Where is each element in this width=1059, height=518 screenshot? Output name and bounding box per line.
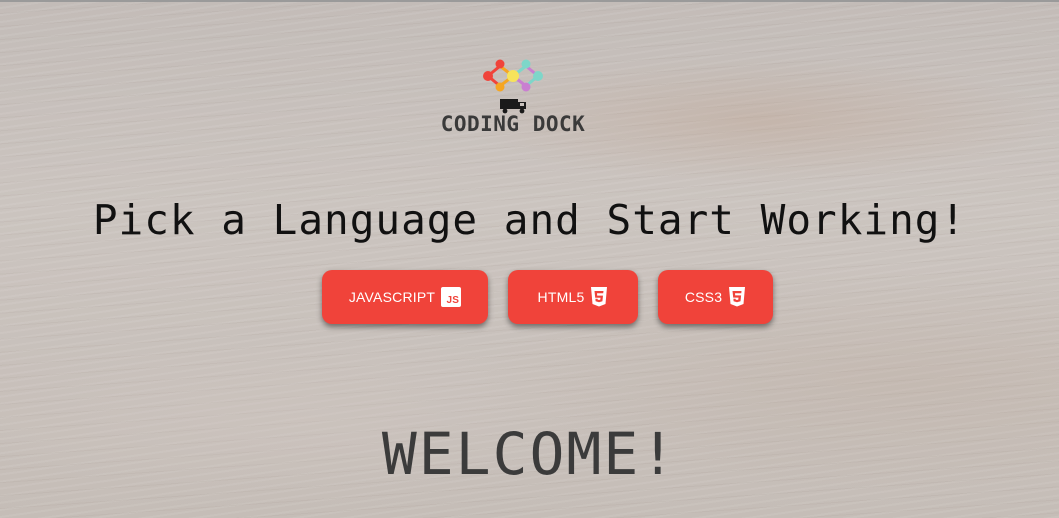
top-border: [0, 0, 1059, 2]
html5-icon: [590, 287, 608, 307]
coding-dock-logo[interactable]: CODING DOCK: [420, 52, 610, 142]
js-icon: JS: [441, 287, 462, 307]
molecule-network-with-truck-icon: [483, 59, 543, 114]
html5-button[interactable]: HTML5: [508, 270, 638, 324]
js-icon-text: JS: [441, 287, 462, 307]
welcome-heading: WELCOME!: [381, 420, 678, 488]
css3-button-label: CSS3: [684, 289, 723, 305]
page-headline: Pick a Language and Start Working!: [92, 196, 967, 244]
css3-icon: [728, 287, 746, 307]
css3-button[interactable]: CSS3: [658, 270, 773, 324]
javascript-button-label: JAVASCRIPT: [348, 289, 436, 305]
language-button-group: JAVASCRIPT JS HTML5 CSS3: [322, 270, 773, 324]
html5-button-label: HTML5: [537, 289, 585, 305]
javascript-button[interactable]: JAVASCRIPT JS: [322, 270, 488, 324]
brand-name: CODING DOCK: [440, 112, 586, 136]
